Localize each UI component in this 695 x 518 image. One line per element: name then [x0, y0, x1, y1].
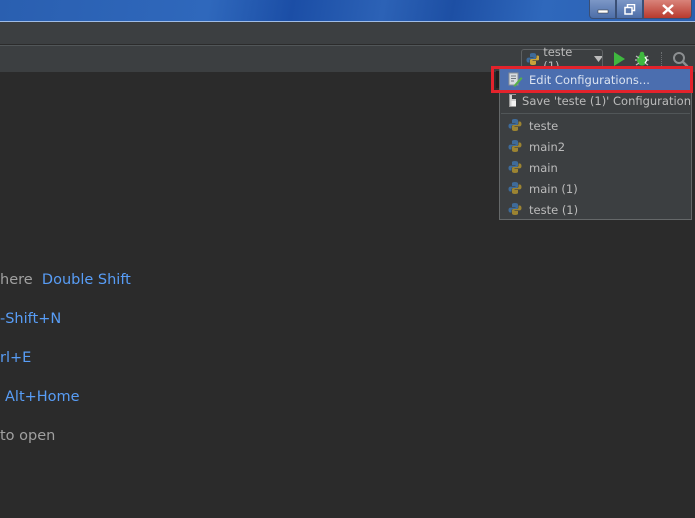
shortcut-key: Double Shift	[41, 272, 131, 288]
chevron-down-icon	[593, 56, 602, 62]
python-icon	[508, 203, 522, 215]
debug-icon[interactable]	[634, 51, 652, 67]
hint-recent-files: rl+E	[0, 350, 31, 366]
minimize-icon	[597, 9, 608, 14]
shortcut-key: -Shift+N	[0, 311, 62, 327]
menu-separator	[501, 113, 690, 114]
toolbar-separator	[661, 52, 663, 68]
run-configuration-dropdown[interactable]: teste (1)	[521, 45, 603, 73]
menu-item-config-main2[interactable]: main2	[500, 136, 691, 157]
save-icon	[509, 94, 517, 107]
restore-button[interactable]	[616, 0, 643, 19]
menu-item-config-teste[interactable]: teste	[500, 115, 691, 136]
search-icon[interactable]	[672, 51, 689, 68]
edit-config-icon	[508, 72, 523, 87]
run-configurations-popup: Edit Configurations... Save 'teste (1)' …	[499, 67, 692, 220]
minimize-button[interactable]	[589, 0, 616, 19]
selection-marker	[496, 71, 499, 88]
hint-drop-files: to open	[0, 428, 56, 444]
close-button[interactable]	[643, 0, 692, 19]
window-titlebar	[0, 0, 695, 22]
window-controls	[589, 0, 692, 19]
close-icon	[661, 3, 674, 15]
menu-item-save-configuration[interactable]: Save 'teste (1)' Configuration	[500, 90, 691, 111]
python-icon	[508, 140, 522, 152]
python-icon	[508, 161, 522, 173]
hint-navigation-bar: Alt+Home	[5, 389, 80, 405]
menu-item-edit-configurations[interactable]: Edit Configurations...	[500, 69, 691, 90]
python-icon	[508, 119, 522, 131]
shortcut-key: rl+E	[0, 350, 32, 366]
menu-item-config-main[interactable]: main	[500, 157, 691, 178]
hint-goto-file: -Shift+N	[0, 311, 61, 327]
menu-bar	[0, 22, 695, 45]
python-icon	[508, 182, 522, 194]
menu-item-config-teste-1[interactable]: teste (1)	[500, 199, 691, 220]
menu-item-config-main-1[interactable]: main (1)	[500, 178, 691, 199]
hint-search-everywhere: here Double Shift	[0, 272, 131, 288]
restore-icon	[623, 3, 635, 15]
run-icon[interactable]	[612, 51, 626, 67]
shortcut-key: Alt+Home	[5, 389, 80, 405]
python-icon	[526, 53, 540, 65]
